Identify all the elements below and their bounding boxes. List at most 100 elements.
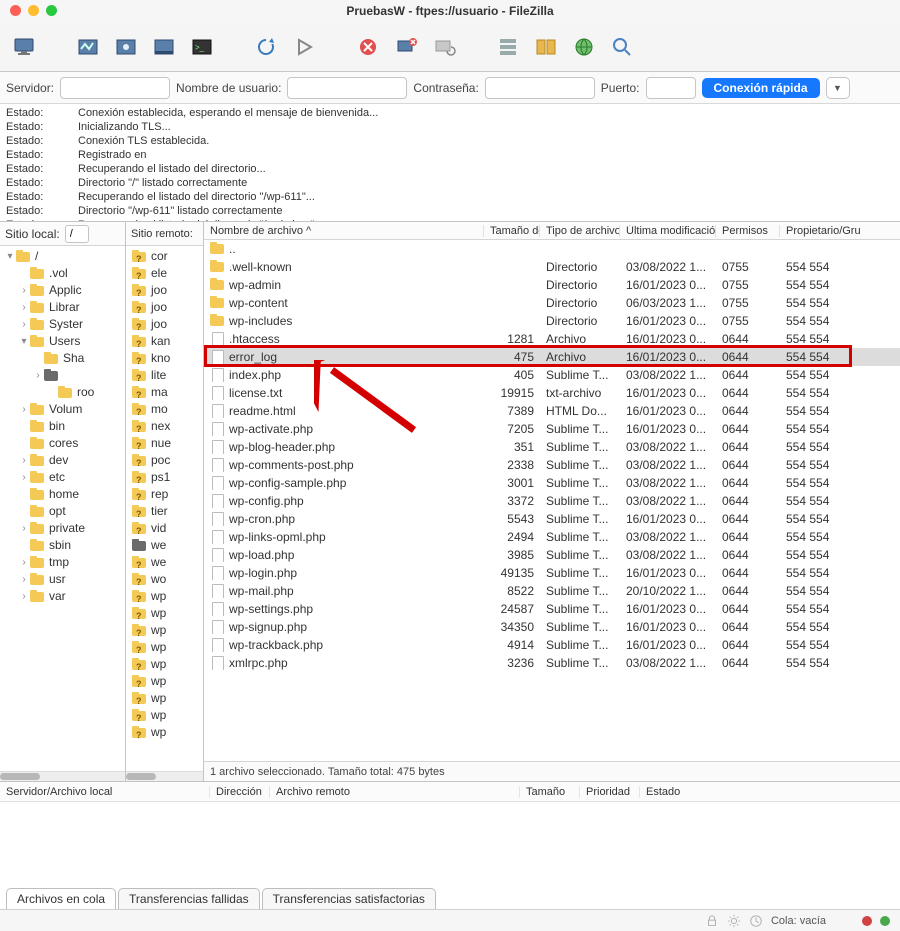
- tree-item[interactable]: ?joo: [126, 299, 203, 316]
- tree-item[interactable]: ?ps1: [126, 469, 203, 486]
- tree-item[interactable]: ›Volum: [0, 401, 125, 418]
- tree-item[interactable]: ?kan: [126, 333, 203, 350]
- tree-item[interactable]: ▾/: [0, 248, 125, 265]
- table-row[interactable]: readme.html7389HTML Do...16/01/2023 0...…: [204, 402, 900, 420]
- quick-connect-dropdown[interactable]: ▼: [826, 77, 850, 99]
- list-header[interactable]: Nombre de archivo ^ Tamaño de ar Tipo de…: [204, 222, 900, 240]
- tree-item[interactable]: ?wp: [126, 673, 203, 690]
- tree-item[interactable]: ?ma: [126, 384, 203, 401]
- queue-header[interactable]: Servidor/Archivo local Dirección Archivo…: [0, 782, 900, 802]
- queue-col-priority[interactable]: Prioridad: [580, 786, 640, 798]
- tree-item[interactable]: cores: [0, 435, 125, 452]
- quick-connect-button[interactable]: Conexión rápida: [702, 78, 820, 98]
- table-row[interactable]: error_log475Archivo16/01/2023 0...064455…: [204, 348, 900, 366]
- table-row[interactable]: wp-settings.php24587Sublime T...16/01/20…: [204, 600, 900, 618]
- table-row[interactable]: wp-login.php49135Sublime T...16/01/2023 …: [204, 564, 900, 582]
- tree-item[interactable]: ?wp: [126, 622, 203, 639]
- port-input[interactable]: [646, 77, 696, 99]
- tree-item[interactable]: ?wp: [126, 707, 203, 724]
- file-list[interactable]: ...well-knownDirectorio03/08/2022 1...07…: [204, 240, 900, 761]
- tree-item[interactable]: ?vid: [126, 520, 203, 537]
- table-row[interactable]: wp-mail.php8522Sublime T...20/10/2022 1.…: [204, 582, 900, 600]
- server-input[interactable]: [60, 77, 170, 99]
- tab-successful[interactable]: Transferencias satisfactorias: [262, 888, 436, 909]
- tree-item[interactable]: ›Applic: [0, 282, 125, 299]
- table-row[interactable]: ..: [204, 240, 900, 258]
- tree-item[interactable]: ?wp: [126, 690, 203, 707]
- tree-item[interactable]: ?joo: [126, 316, 203, 333]
- tree-item[interactable]: ?we: [126, 554, 203, 571]
- tree-item[interactable]: ›usr: [0, 571, 125, 588]
- table-row[interactable]: wp-adminDirectorio16/01/2023 0...0755554…: [204, 276, 900, 294]
- tree-item[interactable]: ?nue: [126, 435, 203, 452]
- filter-button[interactable]: [492, 29, 524, 65]
- tree-item[interactable]: ?wp: [126, 656, 203, 673]
- tree-item[interactable]: ?rep: [126, 486, 203, 503]
- tab-failed[interactable]: Transferencias fallidas: [118, 888, 260, 909]
- table-row[interactable]: wp-load.php3985Sublime T...03/08/2022 1.…: [204, 546, 900, 564]
- queue-col-local[interactable]: Servidor/Archivo local: [0, 786, 210, 798]
- queue-col-remote[interactable]: Archivo remoto: [270, 786, 520, 798]
- table-row[interactable]: wp-links-opml.php2494Sublime T...03/08/2…: [204, 528, 900, 546]
- col-size[interactable]: Tamaño de ar: [484, 225, 540, 237]
- table-row[interactable]: wp-config-sample.php3001Sublime T...03/0…: [204, 474, 900, 492]
- table-row[interactable]: wp-config.php3372Sublime T...03/08/2022 …: [204, 492, 900, 510]
- tree-item[interactable]: ?wp: [126, 724, 203, 741]
- reconnect-button[interactable]: [428, 29, 460, 65]
- tree-item[interactable]: ?poc: [126, 452, 203, 469]
- table-row[interactable]: wp-comments-post.php2338Sublime T...03/0…: [204, 456, 900, 474]
- toggle-queue-button[interactable]: >_: [186, 29, 218, 65]
- table-row[interactable]: .well-knownDirectorio03/08/2022 1...0755…: [204, 258, 900, 276]
- table-row[interactable]: wp-cron.php5543Sublime T...16/01/2023 0.…: [204, 510, 900, 528]
- col-perm[interactable]: Permisos: [716, 225, 780, 237]
- minimize-window[interactable]: [28, 5, 39, 16]
- tree-item[interactable]: ?kno: [126, 350, 203, 367]
- tree-item[interactable]: roo: [0, 384, 125, 401]
- tree-item[interactable]: ?wo: [126, 571, 203, 588]
- queue-area[interactable]: [0, 802, 900, 882]
- tree-item[interactable]: home: [0, 486, 125, 503]
- toggle-local-tree-button[interactable]: [110, 29, 142, 65]
- tree-item[interactable]: opt: [0, 503, 125, 520]
- tree-item[interactable]: sbin: [0, 537, 125, 554]
- process-queue-button[interactable]: [288, 29, 320, 65]
- tree-item[interactable]: bin: [0, 418, 125, 435]
- local-tree[interactable]: ▾/.vol›Applic›Librar›Syster▾UsersSha›roo…: [0, 246, 125, 771]
- tree-item[interactable]: ›: [0, 367, 125, 384]
- tree-item[interactable]: ›tmp: [0, 554, 125, 571]
- cancel-button[interactable]: [352, 29, 384, 65]
- queue-col-status[interactable]: Estado: [640, 786, 900, 798]
- col-date[interactable]: Última modificació: [620, 225, 716, 237]
- tree-item[interactable]: .vol: [0, 265, 125, 282]
- table-row[interactable]: wp-trackback.php4914Sublime T...16/01/20…: [204, 636, 900, 654]
- refresh-button[interactable]: [250, 29, 282, 65]
- disconnect-button[interactable]: [390, 29, 422, 65]
- tree-item[interactable]: ›dev: [0, 452, 125, 469]
- table-row[interactable]: index.php405Sublime T...03/08/2022 1...0…: [204, 366, 900, 384]
- tree-item[interactable]: ?mo: [126, 401, 203, 418]
- table-row[interactable]: wp-contentDirectorio06/03/2023 1...07555…: [204, 294, 900, 312]
- tree-item[interactable]: Sha: [0, 350, 125, 367]
- tree-item[interactable]: ?wp: [126, 639, 203, 656]
- password-input[interactable]: [485, 77, 595, 99]
- tree-item[interactable]: ▾Users: [0, 333, 125, 350]
- username-input[interactable]: [287, 77, 407, 99]
- tree-item[interactable]: ?lite: [126, 367, 203, 384]
- tree-item[interactable]: ?wp: [126, 588, 203, 605]
- table-row[interactable]: wp-activate.php7205Sublime T...16/01/202…: [204, 420, 900, 438]
- tree-item[interactable]: ?nex: [126, 418, 203, 435]
- toggle-remote-tree-button[interactable]: [148, 29, 180, 65]
- tree-item[interactable]: ?cor: [126, 248, 203, 265]
- search-button[interactable]: [606, 29, 638, 65]
- tree-item[interactable]: ?tier: [126, 503, 203, 520]
- local-scrollbar[interactable]: [0, 771, 125, 781]
- zoom-window[interactable]: [46, 5, 57, 16]
- remote-tree[interactable]: ?cor?ele?joo?joo?joo?kan?kno?lite?ma?mo?…: [126, 246, 203, 771]
- queue-col-size[interactable]: Tamaño: [520, 786, 580, 798]
- table-row[interactable]: license.txt19915txt-archivo16/01/2023 0.…: [204, 384, 900, 402]
- local-path-input[interactable]: [65, 225, 89, 243]
- table-row[interactable]: wp-blog-header.php351Sublime T...03/08/2…: [204, 438, 900, 456]
- tree-item[interactable]: ›Syster: [0, 316, 125, 333]
- table-row[interactable]: wp-includesDirectorio16/01/2023 0...0755…: [204, 312, 900, 330]
- gear-icon[interactable]: [727, 914, 741, 928]
